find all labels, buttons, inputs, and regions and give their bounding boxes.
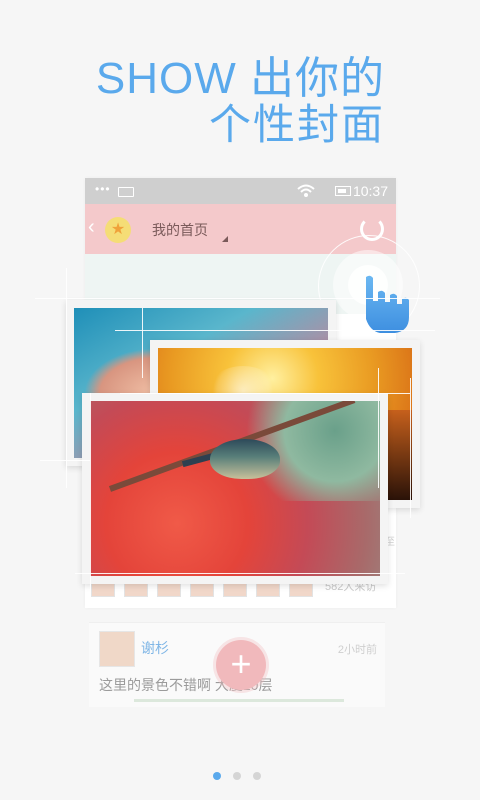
page-indicator — [213, 767, 273, 785]
battery-icon — [335, 186, 351, 196]
guide-line — [120, 393, 410, 394]
guide-line — [115, 330, 435, 331]
notification-dots-icon: ••• — [95, 182, 111, 196]
headline-line-2: 个性封面 — [208, 101, 385, 148]
status-time: 10:37 — [352, 183, 388, 199]
guide-line — [410, 378, 411, 518]
star-logo-icon: ★ — [105, 217, 131, 243]
cover-photo-bird[interactable] — [82, 393, 388, 584]
guide-line — [142, 308, 143, 378]
guide-line — [66, 268, 67, 488]
dropdown-caret-icon — [222, 236, 228, 242]
avatar[interactable] — [99, 631, 135, 667]
add-button[interactable]: + — [216, 640, 266, 690]
wifi-icon — [297, 184, 315, 201]
divider — [134, 699, 344, 702]
guide-line — [90, 393, 91, 593]
appbar-title[interactable]: 我的首页 — [152, 220, 208, 240]
page-dot[interactable] — [233, 772, 241, 780]
feed-time: 2小时前 — [337, 644, 377, 656]
guide-line — [40, 460, 90, 461]
back-chevron-icon[interactable]: ‹ — [88, 216, 95, 239]
headline-line-1: SHOW 出你的 — [95, 54, 385, 103]
page-dot-active[interactable] — [213, 772, 221, 780]
feed-author-name[interactable]: 谢杉 — [141, 638, 169, 658]
guide-line — [378, 368, 379, 488]
photo-content — [210, 439, 280, 479]
guide-line — [35, 298, 440, 299]
guide-line — [75, 573, 405, 574]
keyboard-icon — [118, 187, 134, 197]
status-bar: ••• 10:37 — [85, 178, 396, 204]
page-dot[interactable] — [253, 772, 261, 780]
